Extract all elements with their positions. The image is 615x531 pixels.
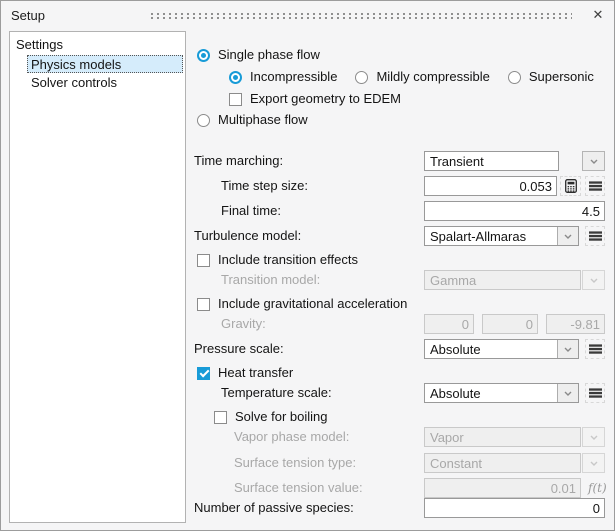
setup-panel: Setup ✕ Settings Physics models Solver c… — [0, 0, 615, 531]
mildly-compressible-label[interactable]: Mildly compressible — [376, 69, 489, 85]
settings-tree: Settings Physics models Solver controls — [9, 31, 186, 523]
tree-item-physics-models[interactable]: Physics models — [27, 55, 183, 73]
passive-species-label: Number of passive species: — [194, 498, 354, 518]
passive-species-input[interactable] — [424, 498, 605, 518]
row-surface-tension-value: Surface tension value: f(t) — [194, 478, 606, 498]
panel-title: Setup — [11, 8, 45, 23]
gravity-x-input — [424, 314, 474, 334]
surface-tension-type-select: Constant — [424, 453, 581, 473]
single-phase-label[interactable]: Single phase flow — [218, 47, 320, 63]
row-turbulence-model: Turbulence model: Spalart-Allmaras — [194, 226, 606, 246]
row-final-time: Final time: — [194, 201, 606, 221]
row-solve-boiling: Solve for boiling — [214, 409, 328, 425]
pressure-scale-label: Pressure scale: — [194, 339, 284, 359]
export-edem-option: Export geometry to EDEM — [229, 91, 401, 107]
compressibility-options: Incompressible Mildly compressible Super… — [229, 69, 594, 85]
chevron-down-icon[interactable] — [557, 384, 578, 402]
time-step-size-label: Time step size: — [221, 176, 308, 196]
transition-model-select: Gamma — [424, 270, 581, 290]
chevron-down-icon[interactable] — [557, 227, 578, 245]
include-gravity-label[interactable]: Include gravitational acceleration — [218, 296, 407, 312]
tree-root-settings[interactable]: Settings — [10, 35, 185, 55]
final-time-label: Final time: — [221, 201, 281, 221]
single-phase-flow-option: Single phase flow — [197, 47, 320, 63]
row-passive-species: Number of passive species: — [194, 498, 606, 518]
row-time-step-size: Time step size: — [194, 176, 606, 196]
multiphase-flow-option: Multiphase flow — [197, 112, 308, 128]
time-marching-label: Time marching: — [194, 151, 283, 171]
pressure-menu-icon[interactable] — [585, 339, 605, 359]
row-time-marching: Time marching: Transient — [194, 151, 606, 171]
function-of-time-icon: f(t) — [588, 478, 607, 498]
surface-tension-value-label: Surface tension value: — [234, 478, 363, 498]
time-marching-chevron-down-icon[interactable] — [582, 151, 605, 171]
heat-transfer-label[interactable]: Heat transfer — [218, 365, 293, 381]
vapor-phase-chevron-down-icon — [582, 427, 605, 447]
surface-tension-chevron-down-icon — [582, 453, 605, 473]
row-pressure-scale: Pressure scale: Absolute — [194, 339, 606, 359]
export-edem-label[interactable]: Export geometry to EDEM — [250, 91, 401, 107]
transition-model-chevron-down-icon — [582, 270, 605, 290]
vapor-phase-model-select: Vapor — [424, 427, 581, 447]
include-gravity-checkbox[interactable] — [197, 298, 210, 311]
final-time-input[interactable] — [424, 201, 605, 221]
row-include-gravity: Include gravitational acceleration — [197, 296, 407, 312]
surface-tension-type-label: Surface tension type: — [234, 453, 356, 473]
pressure-scale-select[interactable]: Absolute — [424, 339, 579, 359]
incompressible-label[interactable]: Incompressible — [250, 69, 337, 85]
include-transition-checkbox[interactable] — [197, 254, 210, 267]
supersonic-radio[interactable] — [508, 71, 521, 84]
gravity-y-input — [482, 314, 538, 334]
tree-item-solver-controls[interactable]: Solver controls — [27, 73, 183, 91]
vapor-phase-model-label: Vapor phase model: — [234, 427, 349, 447]
solve-boiling-checkbox[interactable] — [214, 411, 227, 424]
row-surface-tension-type: Surface tension type: Constant — [194, 453, 606, 473]
transition-model-label: Transition model: — [221, 270, 320, 290]
row-heat-transfer: Heat transfer — [197, 365, 293, 381]
temperature-menu-icon[interactable] — [585, 383, 605, 403]
row-include-transition: Include transition effects — [197, 252, 358, 268]
multiphase-radio[interactable] — [197, 114, 210, 127]
row-vapor-phase-model: Vapor phase model: Vapor — [194, 427, 606, 447]
supersonic-label[interactable]: Supersonic — [529, 69, 594, 85]
incompressible-radio[interactable] — [229, 71, 242, 84]
heat-transfer-checkbox[interactable] — [197, 367, 210, 380]
physics-models-form: Single phase flow Incompressible Mildly … — [194, 1, 608, 531]
row-gravity: Gravity: — [194, 314, 606, 334]
time-step-size-input[interactable] — [424, 176, 557, 196]
single-phase-radio[interactable] — [197, 49, 210, 62]
export-edem-checkbox[interactable] — [229, 93, 242, 106]
temperature-scale-label: Temperature scale: — [221, 383, 332, 403]
temperature-scale-select[interactable]: Absolute — [424, 383, 579, 403]
turbulence-model-select[interactable]: Spalart-Allmaras — [424, 226, 579, 246]
time-step-menu-icon[interactable] — [585, 176, 605, 196]
chevron-down-icon[interactable] — [557, 340, 578, 358]
row-transition-model: Transition model: Gamma — [194, 270, 606, 290]
multiphase-label[interactable]: Multiphase flow — [218, 112, 308, 128]
surface-tension-value-input — [424, 478, 581, 498]
turbulence-menu-icon[interactable] — [585, 226, 605, 246]
gravity-z-input — [546, 314, 605, 334]
row-temperature-scale: Temperature scale: Absolute — [194, 383, 606, 403]
include-transition-label[interactable]: Include transition effects — [218, 252, 358, 268]
turbulence-model-label: Turbulence model: — [194, 226, 301, 246]
time-marching-select[interactable]: Transient — [424, 151, 559, 171]
gravity-label: Gravity: — [221, 314, 266, 334]
calculator-icon[interactable] — [560, 176, 581, 196]
mildly-compressible-radio[interactable] — [355, 71, 368, 84]
solve-boiling-label[interactable]: Solve for boiling — [235, 409, 328, 425]
